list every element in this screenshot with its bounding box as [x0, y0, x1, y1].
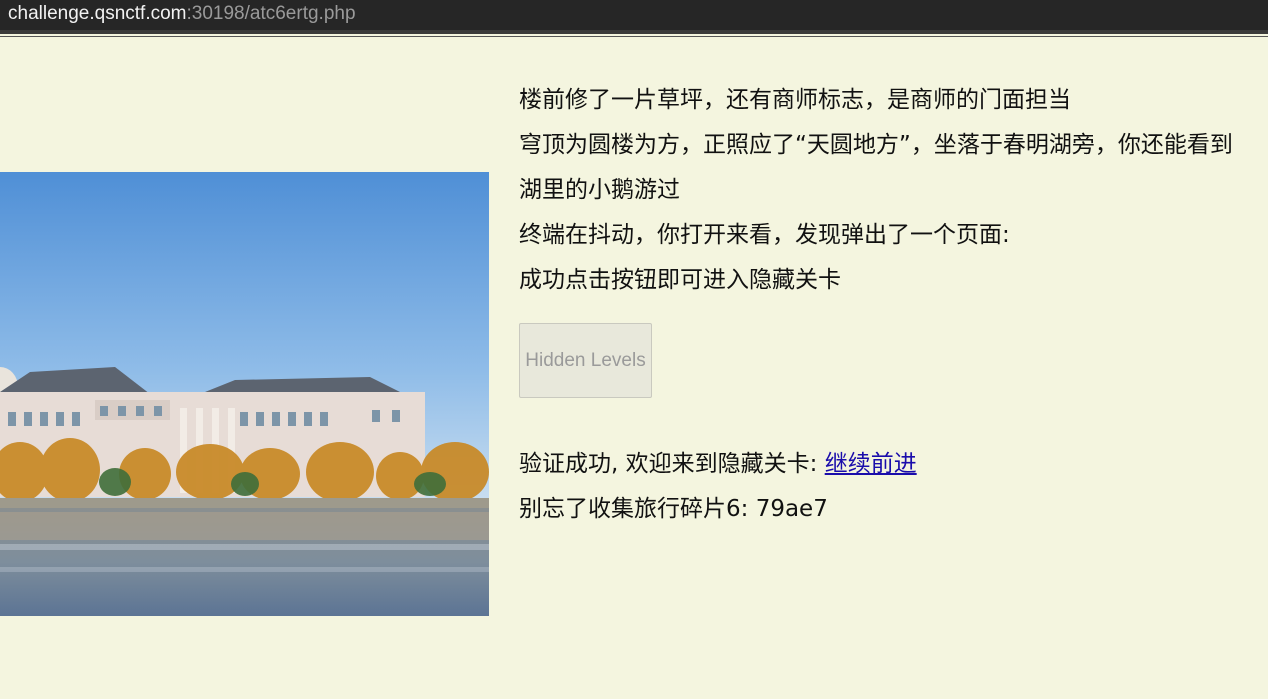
url-host: challenge.qsnctf.com	[8, 3, 187, 24]
fragment-message: 别忘了收集旅行碎片6: 79ae7	[519, 496, 828, 522]
browser-address-bar[interactable]: challenge.qsnctf.com:30198/atc6ertg.php	[0, 0, 1268, 34]
continue-link[interactable]: 继续前进	[825, 451, 917, 477]
campus-building-photo	[0, 172, 489, 616]
address-bar-divider	[0, 36, 1268, 37]
page-content: 楼前修了一片草坪，还有商师标志，是商师的门面担当 穹顶为圆楼为方，正照应了“天圆…	[519, 78, 1249, 532]
hidden-levels-button[interactable]: Hidden Levels	[519, 323, 652, 398]
description-line-3: 终端在抖动，你打开来看，发现弹出了一个页面:	[519, 222, 1010, 248]
description-line-2: 穹顶为圆楼为方，正照应了“天圆地方”，坐落于春明湖旁，你还能看到湖里的小鹅游过	[519, 132, 1233, 203]
description-line-4: 成功点击按钮即可进入隐藏关卡	[519, 267, 841, 293]
success-text: 验证成功, 欢迎来到隐藏关卡:	[519, 451, 825, 477]
description-line-1: 楼前修了一片草坪，还有商师标志，是商师的门面担当	[519, 87, 1071, 113]
url-text[interactable]: challenge.qsnctf.com:30198/atc6ertg.php	[8, 2, 356, 26]
url-path: :30198/atc6ertg.php	[186, 3, 356, 24]
success-message: 验证成功, 欢迎来到隐藏关卡: 继续前进	[519, 442, 1249, 487]
button-container: Hidden Levels	[519, 323, 1249, 413]
